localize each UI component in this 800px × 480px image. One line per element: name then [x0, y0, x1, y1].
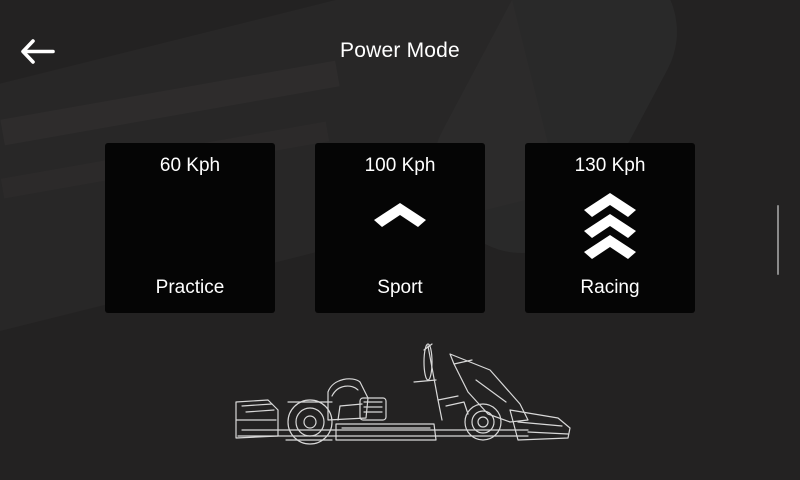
- mode-label: Sport: [377, 277, 423, 298]
- single-chevron-up-icon: [374, 203, 426, 227]
- mode-card-practice[interactable]: 60 Kph Practice: [105, 143, 275, 313]
- scrollbar[interactable]: [777, 205, 779, 275]
- mode-speed: 130 Kph: [574, 155, 646, 176]
- triple-chevron-up-icon: [584, 193, 636, 259]
- go-kart-icon: [235, 343, 571, 445]
- mode-label: Racing: [580, 277, 640, 298]
- mode-speed: 60 Kph: [159, 155, 221, 176]
- mode-card-sport[interactable]: 100 Kph Sport: [315, 143, 485, 313]
- mode-label: Practice: [155, 277, 225, 298]
- page-title: Power Mode: [340, 39, 460, 62]
- mode-speed: 100 Kph: [364, 155, 436, 176]
- mode-card-racing[interactable]: 130 Kph Racing: [525, 143, 695, 313]
